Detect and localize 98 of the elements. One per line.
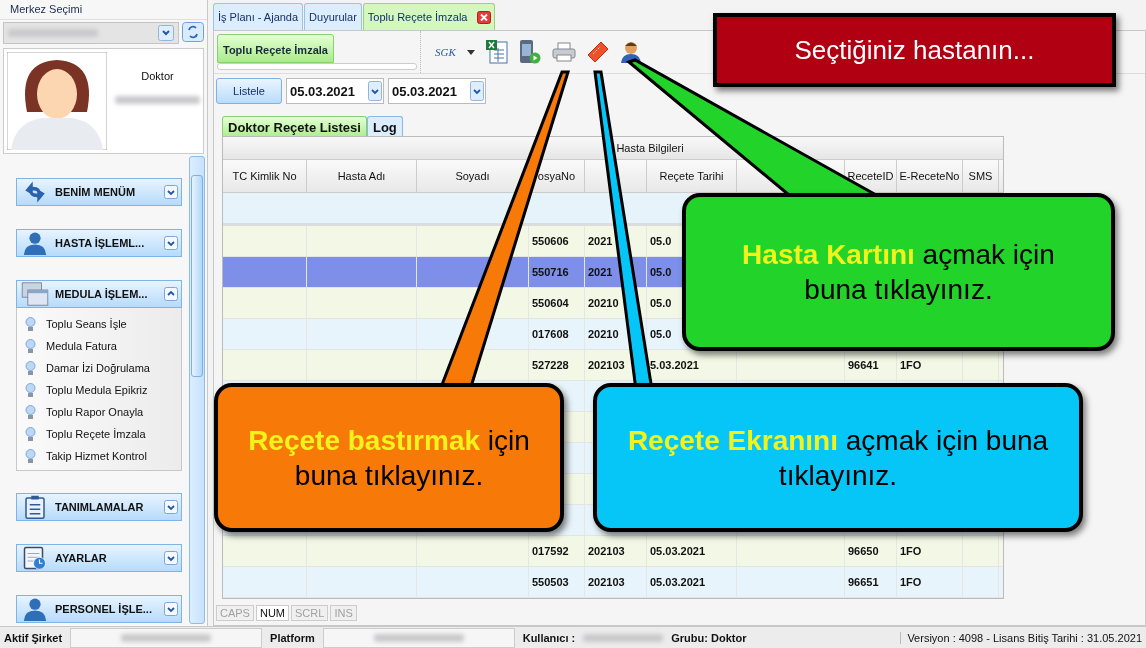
table-cell: 05.0 — [650, 266, 672, 278]
table-cell: 96650 — [848, 545, 879, 557]
menu-item[interactable]: Medula Fatura — [46, 340, 117, 352]
close-icon[interactable] — [477, 10, 492, 24]
lightbulb-icon — [25, 426, 36, 442]
table-cell: 202103 — [588, 545, 625, 557]
user-group: Grubu: Doktor — [671, 631, 747, 644]
table-cell: 5.03.2021 — [650, 359, 699, 371]
table-row[interactable]: 017592 202103 05.03.2021 96650 1FO — [223, 536, 1003, 567]
table-cell: 96641 — [848, 359, 879, 371]
table-cell: 05.03.2021 — [650, 545, 706, 557]
table-row[interactable]: 550503 202103 05.03.2021 96651 1FO — [223, 567, 1003, 598]
table-cell: 1FO — [900, 359, 922, 371]
key-indicator: INS — [330, 605, 357, 621]
callout-bubble: Reçete bastırmak için buna tıklayınız. — [214, 383, 564, 532]
ticket-icon[interactable] — [586, 41, 609, 63]
menu-item[interactable]: Takip Hizmet Kontrol — [46, 450, 147, 462]
lightbulb-icon — [25, 448, 36, 464]
calendar-clock-icon — [21, 546, 49, 570]
menu-group-header[interactable]: HASTA İŞLEML... — [16, 229, 182, 257]
expand-icon[interactable] — [164, 236, 178, 250]
callout-bubble: Seçtiğiniz hastanın... — [713, 13, 1116, 87]
table-cell: 202103 — [588, 576, 625, 588]
date-field[interactable]: 05.03.2021 — [388, 78, 486, 104]
lightbulb-icon — [25, 382, 36, 398]
table-cell: 202103 — [588, 359, 625, 371]
spreadsheet-icon[interactable] — [485, 40, 508, 64]
lightbulb-icon — [25, 360, 36, 376]
tab[interactable]: Duyurular — [304, 3, 362, 30]
table-cell: 017608 — [532, 328, 569, 340]
menu-item[interactable]: Toplu Reçete İmzala — [46, 428, 146, 440]
refresh-icon[interactable] — [182, 22, 204, 42]
role-label: Doktor — [141, 70, 174, 82]
tab[interactable]: Log — [366, 116, 403, 136]
table-row[interactable]: 527228 202103 5.03.2021 96641 1FO — [223, 350, 1003, 381]
callout-bubble: Reçete Ekranını açmak için buna tıklayınız. — [593, 383, 1083, 532]
status-label: Platform — [270, 631, 315, 644]
table-cell: 20210 — [588, 297, 619, 309]
expand-icon[interactable] — [164, 551, 178, 565]
column-header[interactable]: SMS — [963, 160, 999, 192]
menu-group-header[interactable]: TANIMLAMALAR — [16, 493, 182, 521]
lightbulb-icon — [25, 404, 36, 420]
menu-item[interactable]: Toplu Rapor Onayla — [46, 406, 144, 418]
tab[interactable]: Toplu Reçete İmzala — [362, 3, 496, 30]
windows-icon — [21, 282, 49, 306]
table-cell: 05.0 — [650, 235, 672, 247]
table-cell: 017592 — [532, 545, 569, 557]
version-text: Versiyon : 4098 - Lisans Bitiş Tarihi : 31.05.2021 — [900, 631, 1142, 644]
device-icon[interactable] — [518, 39, 541, 65]
lightbulb-icon — [25, 338, 36, 354]
expand-icon[interactable] — [164, 602, 178, 616]
table-cell: 1FO — [900, 576, 922, 588]
table-cell: 1FO — [900, 545, 922, 557]
lightbulb-icon — [25, 316, 36, 332]
table-cell: 550606 — [532, 235, 569, 247]
column-header[interactable]: E-ReceteNo — [897, 160, 963, 192]
callout-bubble: Hasta Kartını açmak için buna tıklayınız. — [682, 193, 1115, 351]
expand-icon[interactable] — [164, 185, 178, 199]
table-cell: 05.0 — [650, 328, 672, 340]
collapse-icon[interactable] — [164, 287, 178, 301]
expand-icon[interactable] — [164, 500, 178, 514]
status-label: Aktif Şirket — [4, 631, 63, 644]
tab[interactable]: Doktor Reçete Listesi — [222, 116, 367, 136]
column-header[interactable]: Hasta Adı — [307, 160, 417, 192]
menu-group-header[interactable]: MEDULA İŞLEM... — [16, 280, 182, 308]
scrollbar[interactable] — [189, 156, 205, 624]
menu-group-header[interactable]: PERSONEL İŞLE... — [16, 595, 182, 623]
date-field[interactable]: 05.03.2021 — [286, 78, 384, 104]
list-button[interactable]: Listele — [216, 78, 282, 104]
doctor-icon — [21, 597, 49, 621]
sgk-logo[interactable]: SGK — [435, 46, 456, 58]
status-label: Kullanıcı : — [522, 631, 576, 644]
doctor-icon — [21, 231, 49, 255]
menu-item[interactable]: Damar İzi Doğrulama — [46, 362, 150, 374]
key-indicator: NUM — [255, 605, 290, 621]
caret-icon[interactable] — [466, 49, 475, 55]
ribbon-tab[interactable]: Toplu Reçete İmzala — [217, 34, 334, 63]
column-header[interactable]: TC Kimlik No — [223, 160, 307, 192]
menu-group-header[interactable]: BENİM MENÜM — [16, 178, 182, 206]
table-cell: 550716 — [532, 266, 569, 278]
table-cell: 05.03.2021 — [650, 576, 706, 588]
center-label: Merkez Seçimi — [0, 0, 207, 20]
table-cell: 96651 — [848, 576, 879, 588]
printer-icon[interactable] — [551, 42, 576, 62]
menu-item[interactable]: Toplu Medula Epikriz — [46, 384, 148, 396]
table-cell: 2021 — [588, 266, 613, 278]
menu-group-header[interactable]: AYARLAR — [16, 544, 182, 572]
key-indicator: SCRL — [291, 605, 329, 621]
column-header[interactable]: Reçete Tarihi — [647, 160, 737, 192]
table-cell: 05.0 — [650, 297, 672, 309]
table-cell: 527228 — [532, 359, 569, 371]
table-cell: 2021 — [588, 235, 613, 247]
menu-item[interactable]: Toplu Seans İşle — [46, 318, 127, 330]
tab[interactable]: İş Planı - Ajanda — [213, 3, 304, 30]
table-cell: 550604 — [532, 297, 569, 309]
table-cell: 550503 — [532, 576, 569, 588]
key-indicator: CAPS — [216, 605, 254, 621]
table-cell: 20210 — [588, 328, 619, 340]
